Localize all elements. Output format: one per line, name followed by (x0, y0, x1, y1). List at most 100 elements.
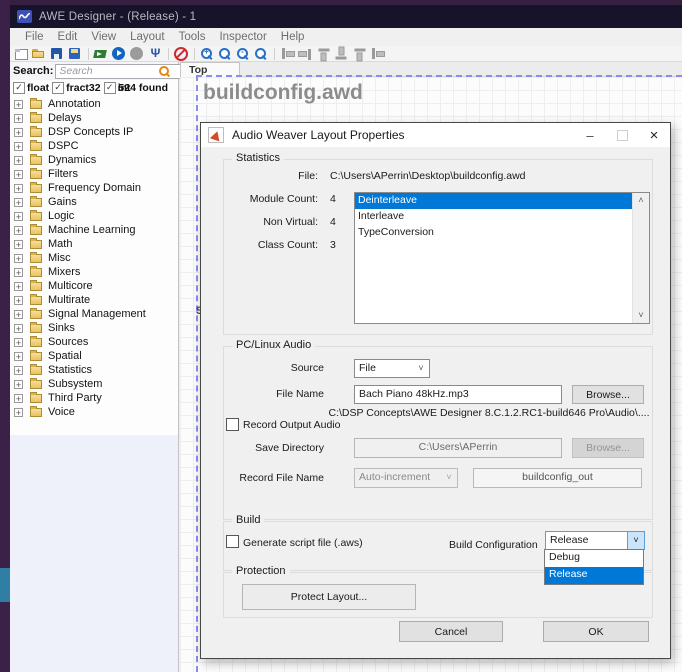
align-left-icon[interactable] (280, 47, 295, 61)
menu-item[interactable]: Help (274, 30, 312, 44)
zoom-selection-icon[interactable] (218, 47, 233, 61)
expand-plus-icon[interactable]: + (14, 380, 23, 389)
save-as-icon[interactable] (68, 47, 83, 61)
expand-plus-icon[interactable]: + (14, 100, 23, 109)
expand-plus-icon[interactable]: + (14, 296, 23, 305)
expand-plus-icon[interactable]: + (14, 212, 23, 221)
expand-plus-icon[interactable]: + (14, 142, 23, 151)
tree-item[interactable]: + Frequency Domain (10, 181, 178, 195)
menu-item[interactable]: Tools (172, 30, 213, 44)
record-output-checkbox[interactable] (226, 418, 239, 431)
expand-plus-icon[interactable]: + (14, 226, 23, 235)
menu-item[interactable]: Edit (51, 30, 85, 44)
tree-item[interactable]: + Machine Learning (10, 223, 178, 237)
tree-item[interactable]: + Math (10, 237, 178, 251)
scroll-down-icon[interactable]: ˅ (633, 308, 649, 323)
checkbox-icon[interactable]: ✓ (13, 82, 25, 94)
expand-plus-icon[interactable]: + (14, 352, 23, 361)
zoom-in-icon[interactable]: + (200, 47, 215, 61)
tree-item[interactable]: + Logic (10, 209, 178, 223)
connect-target-icon[interactable] (94, 47, 109, 61)
tree-item[interactable]: + Sinks (10, 321, 178, 335)
expand-plus-icon[interactable]: + (14, 254, 23, 263)
ok-button[interactable]: OK (543, 621, 649, 642)
tree-item[interactable]: + DSPC (10, 139, 178, 153)
tree-item[interactable]: + Gains (10, 195, 178, 209)
expand-plus-icon[interactable]: + (14, 366, 23, 375)
open-folder-icon[interactable] (32, 47, 47, 61)
expand-plus-icon[interactable]: + (14, 198, 23, 207)
dropdown-option[interactable]: Debug (545, 550, 643, 567)
search-input[interactable] (55, 64, 192, 79)
menu-item[interactable]: File (18, 30, 51, 44)
tree-item[interactable]: + Mixers (10, 265, 178, 279)
build-config-combo[interactable]: Release ˅ (545, 531, 645, 550)
expand-plus-icon[interactable]: + (14, 282, 23, 291)
tree-item[interactable]: + Multicore (10, 279, 178, 293)
checkbox-icon[interactable]: ✓ (52, 82, 64, 94)
expand-plus-icon[interactable]: + (14, 114, 23, 123)
tree-item[interactable]: + Misc (10, 251, 178, 265)
tree-item[interactable]: + Delays (10, 111, 178, 125)
tree-item[interactable]: + Dynamics (10, 153, 178, 167)
checkbox-icon[interactable]: ✓ (104, 82, 116, 94)
tree-item[interactable]: + Statistics (10, 363, 178, 377)
expand-plus-icon[interactable]: + (14, 324, 23, 333)
type-filter[interactable]: ✓ fract32 (52, 82, 100, 94)
align-right-icon[interactable] (298, 47, 313, 61)
tree-item[interactable]: + Annotation (10, 97, 178, 111)
distribute-horizontal-icon[interactable] (353, 46, 367, 61)
align-bottom-icon[interactable] (335, 46, 349, 61)
file-name-input[interactable]: Bach Piano 48kHz.mp3 (354, 385, 562, 404)
menu-item[interactable]: View (84, 30, 123, 44)
cancel-button[interactable]: Cancel (399, 621, 503, 642)
close-icon[interactable]: × (638, 123, 670, 147)
type-filter[interactable]: ✓ float (13, 82, 49, 94)
module-class-item[interactable]: TypeConversion (355, 225, 632, 241)
no-highlight-icon[interactable] (174, 47, 189, 61)
search-icon[interactable] (158, 65, 171, 78)
expand-plus-icon[interactable]: + (14, 408, 23, 417)
tree-item[interactable]: + Multirate (10, 293, 178, 307)
expand-plus-icon[interactable]: + (14, 394, 23, 403)
tree-item[interactable]: + Voice (10, 405, 178, 419)
zoom-out-icon[interactable]: - (236, 47, 251, 61)
expand-plus-icon[interactable]: + (14, 240, 23, 249)
maximize-icon[interactable] (606, 123, 638, 147)
play-icon[interactable] (112, 47, 127, 61)
generate-script-checkbox[interactable] (226, 535, 239, 548)
tree-item[interactable]: + Spatial (10, 349, 178, 363)
tree-item[interactable]: + Sources (10, 335, 178, 349)
minimize-icon[interactable]: – (574, 123, 606, 147)
new-window-icon[interactable] (14, 47, 29, 61)
menu-item[interactable]: Inspector (212, 30, 273, 44)
browse-button[interactable]: Browse... (572, 385, 644, 404)
distribute-vertical-icon[interactable] (370, 47, 385, 61)
record-mode-combo: Auto-increment ˅ (354, 468, 458, 488)
module-class-item[interactable]: Deinterleave (355, 193, 632, 209)
expand-plus-icon[interactable]: + (14, 268, 23, 277)
expand-plus-icon[interactable]: + (14, 184, 23, 193)
expand-plus-icon[interactable]: + (14, 156, 23, 165)
expand-plus-icon[interactable]: + (14, 128, 23, 137)
align-top-icon[interactable] (317, 46, 331, 61)
source-combo[interactable]: File ˅ (354, 359, 430, 378)
expand-plus-icon[interactable]: + (14, 310, 23, 319)
menu-item[interactable]: Layout (123, 30, 172, 44)
scroll-up-icon[interactable]: ˄ (633, 193, 649, 208)
profile-icon[interactable]: Ψ (148, 47, 163, 61)
expand-plus-icon[interactable]: + (14, 170, 23, 179)
expand-plus-icon[interactable]: + (14, 338, 23, 347)
tree-item[interactable]: + Filters (10, 167, 178, 181)
tree-item[interactable]: + Subsystem (10, 377, 178, 391)
save-icon[interactable] (50, 47, 65, 61)
tree-item[interactable]: + DSP Concepts IP (10, 125, 178, 139)
zoom-fit-icon[interactable] (254, 47, 269, 61)
tree-item[interactable]: + Third Party (10, 391, 178, 405)
stop-icon[interactable] (130, 47, 145, 61)
listbox-scrollbar[interactable]: ˄ ˅ (632, 193, 649, 323)
module-class-item[interactable]: Interleave (355, 209, 632, 225)
dropdown-option[interactable]: Release (545, 567, 643, 584)
tree-item[interactable]: + Signal Management (10, 307, 178, 321)
protect-layout-button[interactable]: Protect Layout... (242, 584, 416, 610)
